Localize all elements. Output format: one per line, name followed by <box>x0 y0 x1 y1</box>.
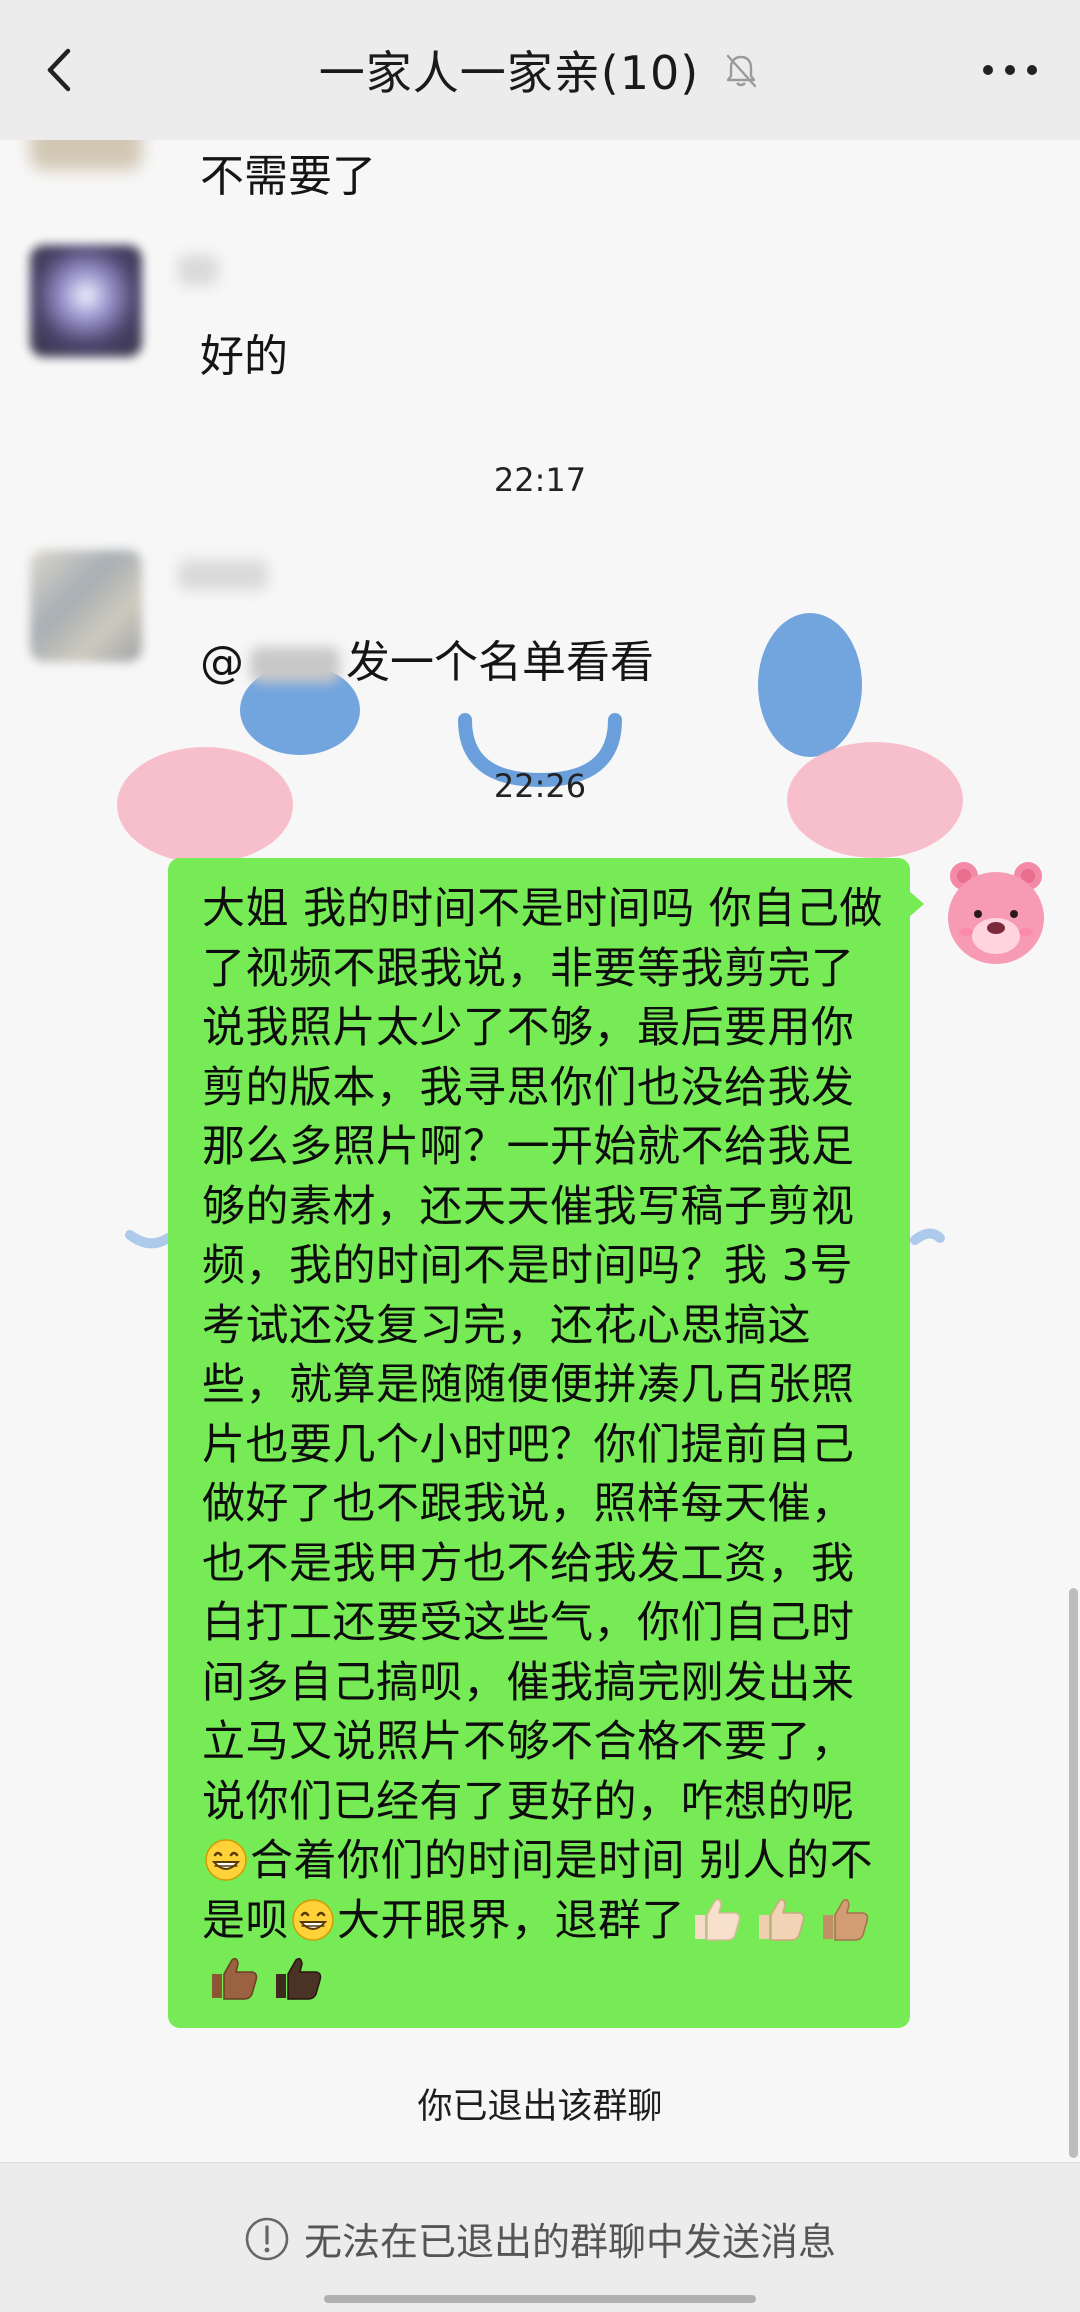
notice-row: 无法在已退出的群聊中发送消息 <box>0 2211 1080 2266</box>
more-button[interactable] <box>970 45 1050 95</box>
exclamation-circle-icon <box>244 2216 290 2262</box>
chevron-left-icon <box>47 48 71 92</box>
grin-emoji-icon <box>292 1898 334 1941</box>
mention-message: 发一个名单看看 <box>346 637 654 688</box>
thumbs-up-dark-icon <box>212 1957 258 2000</box>
system-message: 你已退出该群聊 <box>417 2087 663 2127</box>
notice-text: 无法在已退出的群聊中发送消息 <box>303 2220 836 2264</box>
footer-notice-bar: 无法在已退出的群聊中发送消息 <box>0 2162 1080 2312</box>
message-segment: 大姐 我的时间不是时间吗 你自己做了视频不跟我说，非要等我剪完了说我照片太少了不… <box>202 884 883 1827</box>
bell-muted-icon <box>721 50 761 90</box>
timestamp: 22:17 <box>493 461 587 499</box>
scrollbar[interactable] <box>1069 1588 1078 2158</box>
thumbs-up-darkest-icon <box>276 1957 322 2000</box>
avatar[interactable] <box>30 245 142 357</box>
message-text: 好的 <box>200 331 288 382</box>
timestamp: 22:26 <box>493 767 587 805</box>
home-indicator[interactable] <box>324 2295 756 2303</box>
more-dots-icon <box>983 65 1037 75</box>
self-avatar[interactable] <box>940 852 1052 972</box>
mention-name <box>250 647 340 683</box>
sender-name <box>178 255 218 285</box>
sender-name <box>178 560 268 590</box>
title-area: 一家人一家亲(10) <box>0 0 1080 140</box>
avatar[interactable] <box>30 140 142 170</box>
chat-header: 一家人一家亲(10) <box>0 0 1080 140</box>
thumbs-up-medium-icon <box>823 1898 869 1941</box>
grin-emoji-icon <box>205 1839 247 1881</box>
back-button[interactable] <box>30 40 90 100</box>
chat-screen: 一家人一家亲(10) 不需要了 好的 22:17 @ 发一个名单看看 22:26… <box>0 0 1080 2312</box>
mention-prefix: @ <box>200 637 244 688</box>
bubble-tail <box>908 890 924 918</box>
message-text: @ 发一个名单看看 <box>200 626 654 690</box>
chat-title: 一家人一家亲(10) <box>318 46 700 100</box>
thumbs-up-light-icon <box>759 1898 805 1941</box>
self-message-bubble[interactable]: 大姐 我的时间不是时间吗 你自己做了视频不跟我说，非要等我剪完了说我照片太少了不… <box>168 858 910 2028</box>
message-text: 不需要了 <box>200 151 376 202</box>
avatar[interactable] <box>30 550 142 662</box>
message-list[interactable]: 不需要了 好的 22:17 @ 发一个名单看看 22:26 大姐 我的时间不是时间… <box>0 140 1080 2162</box>
thumbs-up-light-icon <box>695 1898 741 1941</box>
message-segment: 大开眼界，退群了 <box>337 1895 685 1946</box>
self-message-text: 大姐 我的时间不是时间吗 你自己做了视频不跟我说，非要等我剪完了说我照片太少了不… <box>202 880 884 2011</box>
